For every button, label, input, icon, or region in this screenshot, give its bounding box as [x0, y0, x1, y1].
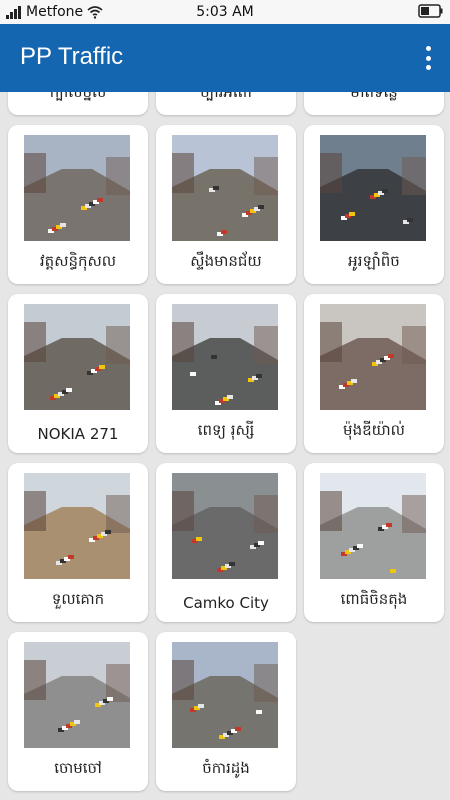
camera-list[interactable]: ក្បាលថ្នល់ ច្បារអំពៅ មាត់ទន្លេវត្តសន្ធិកុស…	[0, 92, 450, 800]
camera-label: ចំការដូង	[202, 759, 250, 777]
camera-thumbnail	[172, 304, 278, 410]
camera-card[interactable]: ពេទ្យ រុស្សី	[156, 294, 296, 453]
app-title: PP Traffic	[20, 43, 124, 70]
camera-label: វត្តសន្ធិកុសល	[39, 252, 117, 270]
camera-thumbnail	[24, 304, 130, 410]
camera-label: ពោធិចិនតុង	[340, 590, 408, 608]
camera-card[interactable]: ម៉ុងឌីយ៉ាល់	[304, 294, 444, 453]
camera-grid: ក្បាលថ្នល់ ច្បារអំពៅ មាត់ទន្លេវត្តសន្ធិកុស…	[8, 92, 444, 791]
camera-card[interactable]: ក្បាលថ្នល់	[8, 92, 148, 115]
camera-label: Camko City	[183, 594, 269, 612]
app-bar: PP Traffic	[0, 24, 450, 92]
camera-card[interactable]: Camko City	[156, 463, 296, 622]
status-bar: Metfone 5:03 AM	[0, 0, 450, 24]
camera-label: ក្បាលថ្នល់	[49, 92, 107, 101]
camera-label: ពេទ្យ រុស្សី	[197, 421, 255, 439]
status-right	[418, 3, 444, 19]
camera-card[interactable]: វត្តសន្ធិកុសល	[8, 125, 148, 284]
camera-label: ស្ទឹងមានជ័យ	[190, 252, 262, 270]
camera-card[interactable]: អូរឡាំពិច	[304, 125, 444, 284]
camera-label: មាត់ទន្លេ	[350, 92, 398, 101]
overflow-menu-icon[interactable]	[422, 46, 434, 70]
camera-label: ទួលគោក	[51, 590, 105, 608]
camera-thumbnail	[172, 642, 278, 748]
camera-card[interactable]: NOKIA 271	[8, 294, 148, 453]
camera-thumbnail	[320, 304, 426, 410]
camera-label: ម៉ុងឌីយ៉ាល់	[343, 421, 405, 439]
camera-card[interactable]: ស្ទឹងមានជ័យ	[156, 125, 296, 284]
status-time: 5:03 AM	[196, 4, 254, 20]
camera-card[interactable]: ពោធិចិនតុង	[304, 463, 444, 622]
camera-thumbnail	[172, 135, 278, 241]
camera-label: ចោមចៅ	[54, 759, 102, 777]
camera-thumbnail	[24, 473, 130, 579]
camera-label: អូរឡាំពិច	[348, 252, 400, 270]
camera-thumbnail	[172, 473, 278, 579]
camera-card[interactable]: ចោមចៅ	[8, 632, 148, 791]
camera-thumbnail	[320, 473, 426, 579]
camera-card[interactable]: ច្បារអំពៅ	[156, 92, 296, 115]
camera-card[interactable]: ចំការដូង	[156, 632, 296, 791]
battery-icon	[418, 4, 443, 18]
camera-card[interactable]: ទួលគោក	[8, 463, 148, 622]
camera-card[interactable]: មាត់ទន្លេ	[304, 92, 444, 115]
camera-label: ច្បារអំពៅ	[200, 92, 252, 101]
camera-thumbnail	[320, 135, 426, 241]
camera-label: NOKIA 271	[37, 425, 119, 443]
camera-thumbnail	[24, 135, 130, 241]
camera-thumbnail	[24, 642, 130, 748]
